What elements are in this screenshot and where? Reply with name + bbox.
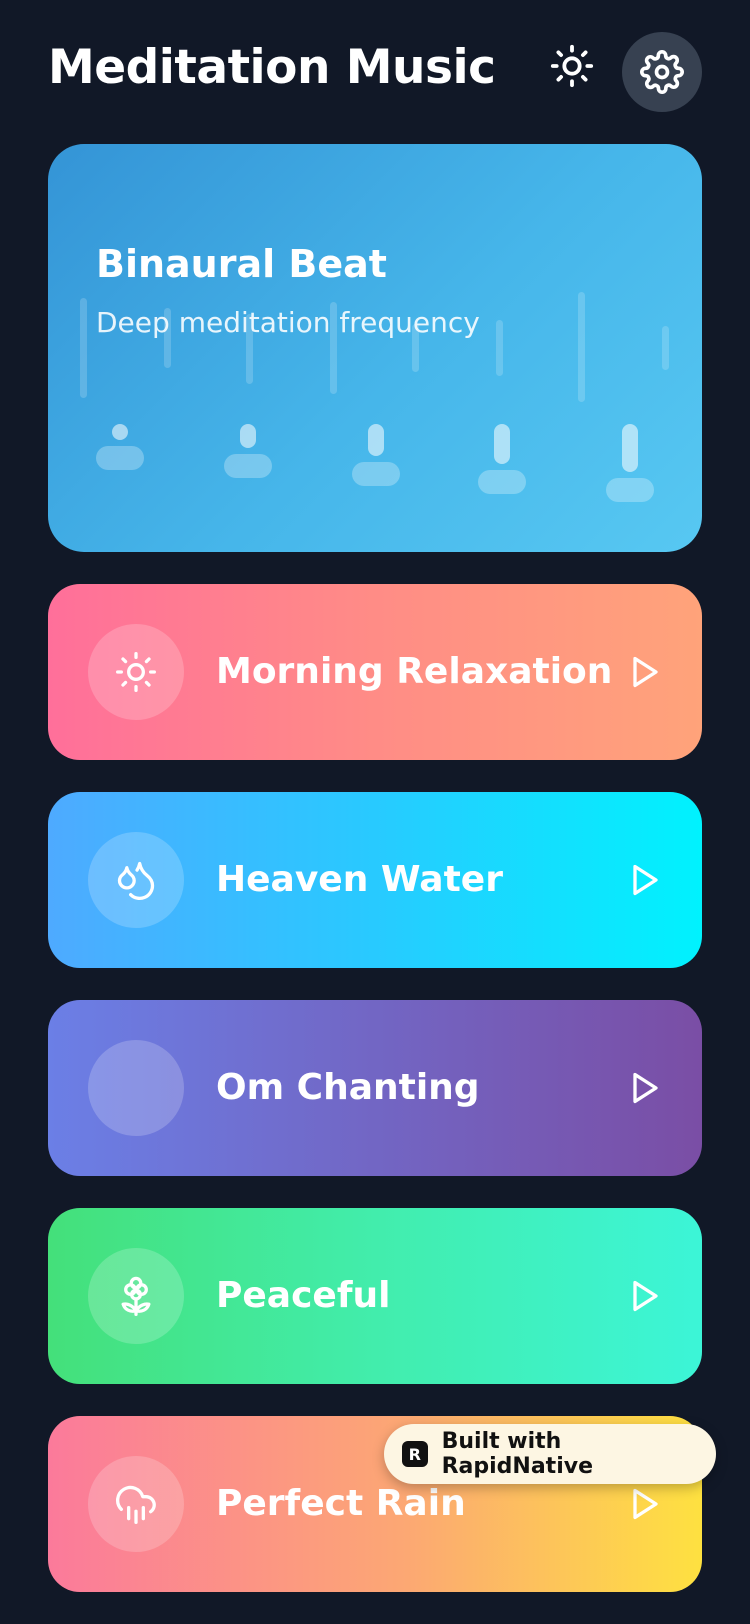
page-title: Meditation Music	[48, 40, 496, 95]
decorative-bar	[662, 326, 669, 370]
header: Meditation Music	[48, 32, 702, 114]
track-card-heaven-water[interactable]: Heaven Water	[48, 792, 702, 968]
featured-title: Binaural Beat	[96, 242, 387, 286]
track-title: Morning Relaxation	[216, 651, 613, 692]
decorative-bar	[496, 320, 503, 376]
decorative-bar	[80, 298, 87, 398]
flower-icon	[121, 1276, 151, 1316]
track-card-om-chanting[interactable]: Om Chanting	[48, 1000, 702, 1176]
built-with-badge[interactable]: R Built with RapidNative	[384, 1424, 716, 1484]
meditator-figure	[606, 424, 654, 502]
settings-button[interactable]	[622, 32, 702, 112]
gear-icon	[640, 50, 684, 94]
meditator-figure	[478, 424, 526, 494]
decorative-bar	[578, 292, 585, 402]
play-icon[interactable]	[626, 1278, 662, 1314]
track-title: Heaven Water	[216, 859, 503, 900]
sun-icon	[550, 44, 594, 88]
track-icon-circle	[88, 1248, 184, 1344]
track-icon-circle	[88, 624, 184, 720]
play-icon[interactable]	[626, 1486, 662, 1522]
featured-subtitle: Deep meditation frequency	[96, 306, 480, 339]
water-drops-icon	[117, 861, 155, 901]
rain-cloud-icon	[116, 1485, 156, 1524]
play-icon[interactable]	[626, 1070, 662, 1106]
play-icon[interactable]	[626, 654, 662, 690]
track-icon-circle	[88, 832, 184, 928]
meditator-figure	[96, 424, 144, 470]
track-title: Om Chanting	[216, 1067, 480, 1108]
theme-toggle-button[interactable]	[546, 40, 598, 92]
badge-text: Built with RapidNative	[441, 1429, 593, 1479]
meditator-figure	[352, 424, 400, 486]
sun-icon	[116, 652, 156, 692]
track-card-morning-relaxation[interactable]: Morning Relaxation	[48, 584, 702, 760]
track-title: Peaceful	[216, 1275, 391, 1316]
track-card-peaceful[interactable]: Peaceful	[48, 1208, 702, 1384]
rapidnative-logo-icon: R	[402, 1441, 428, 1467]
track-icon-circle	[88, 1456, 184, 1552]
meditator-figure	[224, 424, 272, 478]
play-icon[interactable]	[626, 862, 662, 898]
track-icon-circle	[88, 1040, 184, 1136]
featured-card-binaural-beat[interactable]: Binaural Beat Deep meditation frequency	[48, 144, 702, 552]
